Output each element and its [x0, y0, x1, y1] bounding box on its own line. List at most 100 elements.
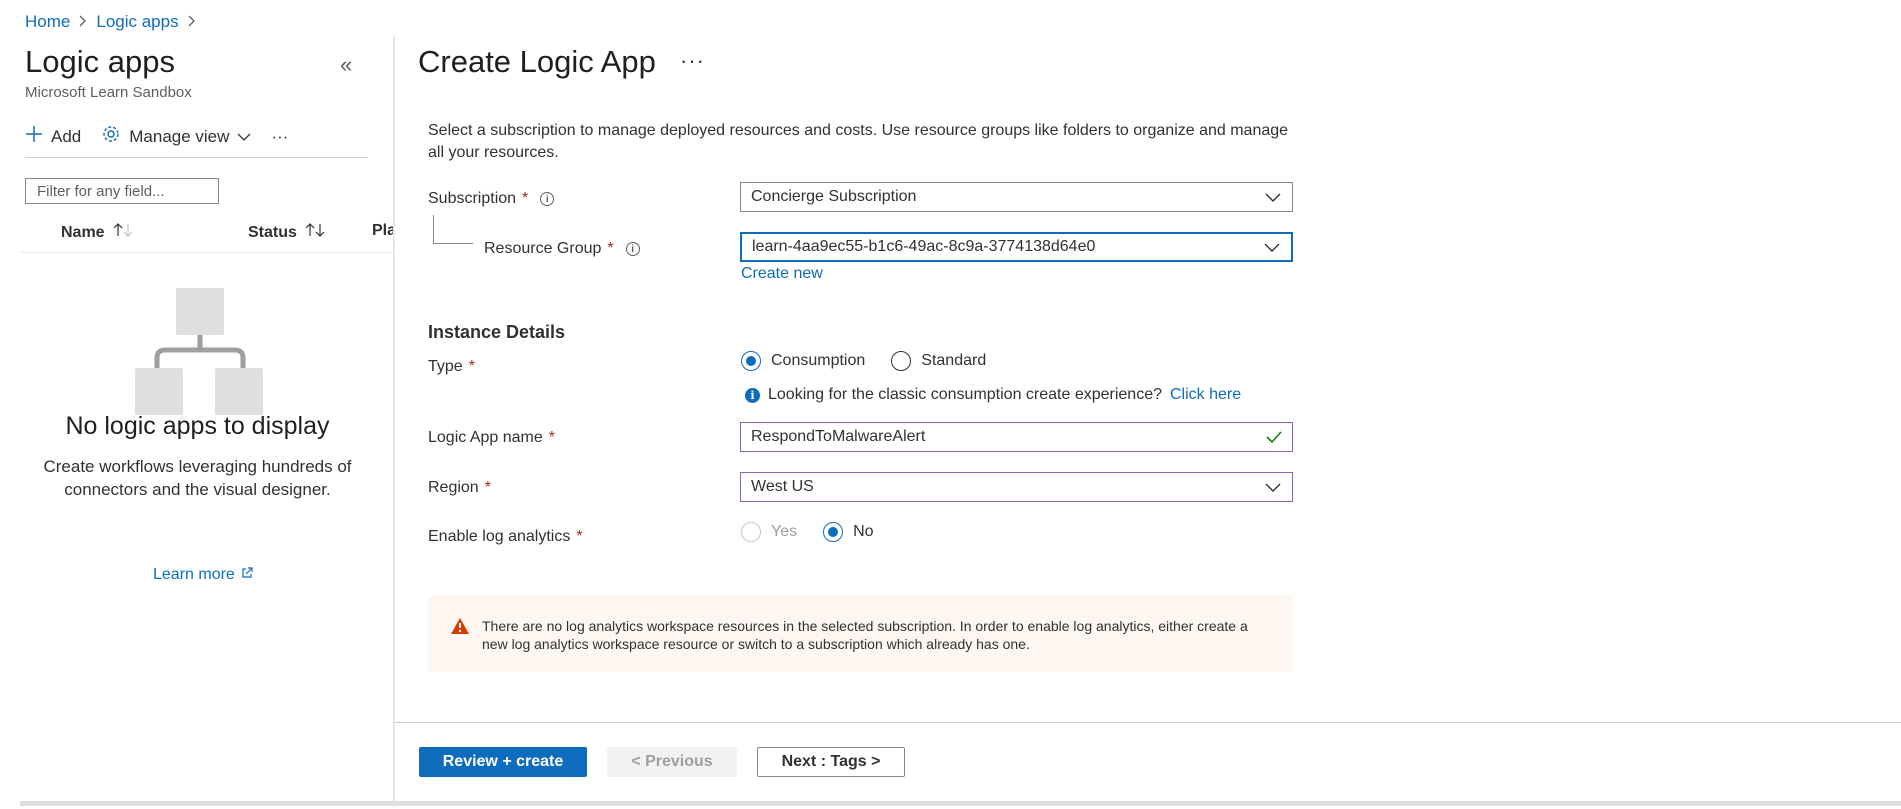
type-standard-option[interactable]: Standard: [891, 351, 986, 371]
logic-app-name-label-text: Logic App name: [428, 429, 543, 446]
title-more-button[interactable]: ···: [680, 48, 705, 74]
empty-state-description: Create workflows leveraging hundreds of …: [0, 455, 395, 501]
info-icon: i: [745, 387, 760, 403]
region-label: Region *: [428, 479, 491, 497]
resource-group-value: learn-4aa9ec55-b1c6-49ac-8c9a-3774138d64…: [752, 238, 1096, 255]
log-no-option[interactable]: No: [823, 522, 874, 542]
logic-app-name-value: RespondToMalwareAlert: [751, 428, 926, 445]
logic-app-name-label: Logic App name *: [428, 429, 555, 447]
subscription-value: Concierge Subscription: [751, 188, 917, 205]
breadcrumb: Home Logic apps: [25, 12, 197, 32]
column-plan-label: Plan: [372, 222, 393, 239]
yes-label: Yes: [771, 523, 798, 540]
subscription-dropdown[interactable]: Concierge Subscription: [740, 182, 1293, 212]
intro-text: Select a subscription to manage deployed…: [428, 122, 1289, 161]
warning-text: There are no log analytics workspace res…: [482, 618, 1248, 652]
review-create-button[interactable]: Review + create: [419, 747, 587, 777]
footer-divider: [394, 722, 1901, 723]
consumption-label: Consumption: [771, 352, 866, 369]
next-tags-button[interactable]: Next : Tags >: [757, 747, 905, 777]
learn-more-link[interactable]: Learn more: [153, 566, 253, 584]
tree-connector: [433, 243, 473, 244]
log-yes-option: Yes: [741, 522, 797, 542]
subscription-label-text: Subscription: [428, 190, 517, 207]
warning-icon: [450, 617, 470, 672]
chevron-down-icon: [1265, 483, 1281, 492]
previous-button: < Previous: [607, 747, 737, 777]
create-new-link[interactable]: Create new: [741, 265, 823, 283]
checkmark-icon: [1266, 431, 1282, 444]
resource-group-dropdown[interactable]: learn-4aa9ec55-b1c6-49ac-8c9a-3774138d64…: [740, 232, 1293, 262]
manage-view-label: Manage view: [129, 126, 230, 146]
column-header-plan[interactable]: Plan: [372, 222, 393, 240]
chevron-right-icon: [78, 14, 88, 31]
chevron-down-icon: [1264, 243, 1280, 252]
radio-yes: [741, 522, 761, 542]
sort-icon: [113, 222, 135, 243]
left-blade-title: Logic apps: [25, 44, 175, 79]
radio-standard[interactable]: [891, 351, 912, 371]
radio-no[interactable]: [823, 522, 844, 542]
type-label-text: Type: [428, 358, 463, 375]
chevron-down-icon: [237, 127, 251, 147]
classic-experience-notice: i Looking for the classic consumption cr…: [745, 386, 1241, 404]
tree-connector: [433, 215, 434, 243]
required-mark: *: [576, 528, 583, 545]
add-button[interactable]: Add: [25, 125, 81, 148]
logic-app-name-input[interactable]: RespondToMalwareAlert: [740, 422, 1293, 452]
external-link-icon: [241, 566, 253, 584]
logic-app-illustration-icon: [135, 288, 265, 421]
required-mark: *: [607, 240, 614, 257]
filter-input[interactable]: [25, 178, 219, 204]
column-header-name[interactable]: Name: [61, 222, 135, 243]
classic-text: Looking for the classic consumption crea…: [768, 386, 1162, 403]
horizontal-scrollbar[interactable]: [20, 801, 1901, 806]
resource-group-label-text: Resource Group: [484, 240, 602, 257]
column-status-label: Status: [248, 223, 297, 241]
column-name-label: Name: [61, 223, 105, 241]
column-header-status[interactable]: Status: [248, 222, 327, 243]
warning-message: There are no log analytics workspace res…: [428, 595, 1293, 672]
left-blade-subtitle: Microsoft Learn Sandbox: [25, 84, 192, 101]
required-mark: *: [484, 479, 491, 496]
gear-icon: [101, 124, 121, 149]
grid-header-divider: [20, 252, 395, 253]
region-dropdown[interactable]: West US: [740, 472, 1293, 502]
log-analytics-label: Enable log analytics *: [428, 528, 583, 546]
type-radio-group: Consumption Standard: [741, 351, 1000, 371]
instance-details-heading: Instance Details: [428, 322, 566, 342]
more-options-button[interactable]: ···: [271, 127, 288, 147]
empty-state-text: Create workflows leveraging hundreds of …: [43, 457, 352, 499]
breadcrumb-logic-apps-link[interactable]: Logic apps: [96, 12, 178, 32]
region-value: West US: [751, 478, 814, 495]
resource-group-label: Resource Group * i: [484, 240, 640, 258]
log-analytics-radio-group: Yes No: [741, 522, 888, 542]
collapse-blade-button[interactable]: «: [340, 52, 352, 78]
manage-view-button[interactable]: Manage view: [101, 124, 251, 149]
log-analytics-label-text: Enable log analytics: [428, 528, 571, 545]
click-here-link[interactable]: Click here: [1170, 386, 1241, 404]
required-mark: *: [522, 190, 529, 207]
sort-icon: [305, 222, 327, 243]
add-button-label: Add: [51, 126, 82, 146]
radio-consumption[interactable]: [741, 351, 761, 371]
page-title: Create Logic App: [418, 44, 656, 79]
learn-more-label: Learn more: [153, 566, 235, 583]
subscription-label: Subscription * i: [428, 190, 555, 208]
blade-divider: [393, 36, 395, 807]
chevron-down-icon: [1265, 193, 1281, 202]
info-icon[interactable]: i: [540, 192, 555, 206]
required-mark: *: [548, 429, 555, 446]
no-label: No: [853, 523, 874, 540]
plus-icon: [25, 125, 43, 148]
toolbar-divider: [25, 157, 368, 158]
type-consumption-option[interactable]: Consumption: [741, 351, 865, 371]
type-label: Type *: [428, 358, 475, 376]
left-toolbar: Add Manage view ···: [25, 124, 288, 149]
region-label-text: Region: [428, 479, 479, 496]
info-icon[interactable]: i: [625, 242, 640, 256]
required-mark: *: [468, 358, 475, 375]
empty-state-title: No logic apps to display: [65, 412, 330, 440]
chevron-right-icon: [187, 14, 197, 31]
breadcrumb-home-link[interactable]: Home: [25, 12, 70, 32]
